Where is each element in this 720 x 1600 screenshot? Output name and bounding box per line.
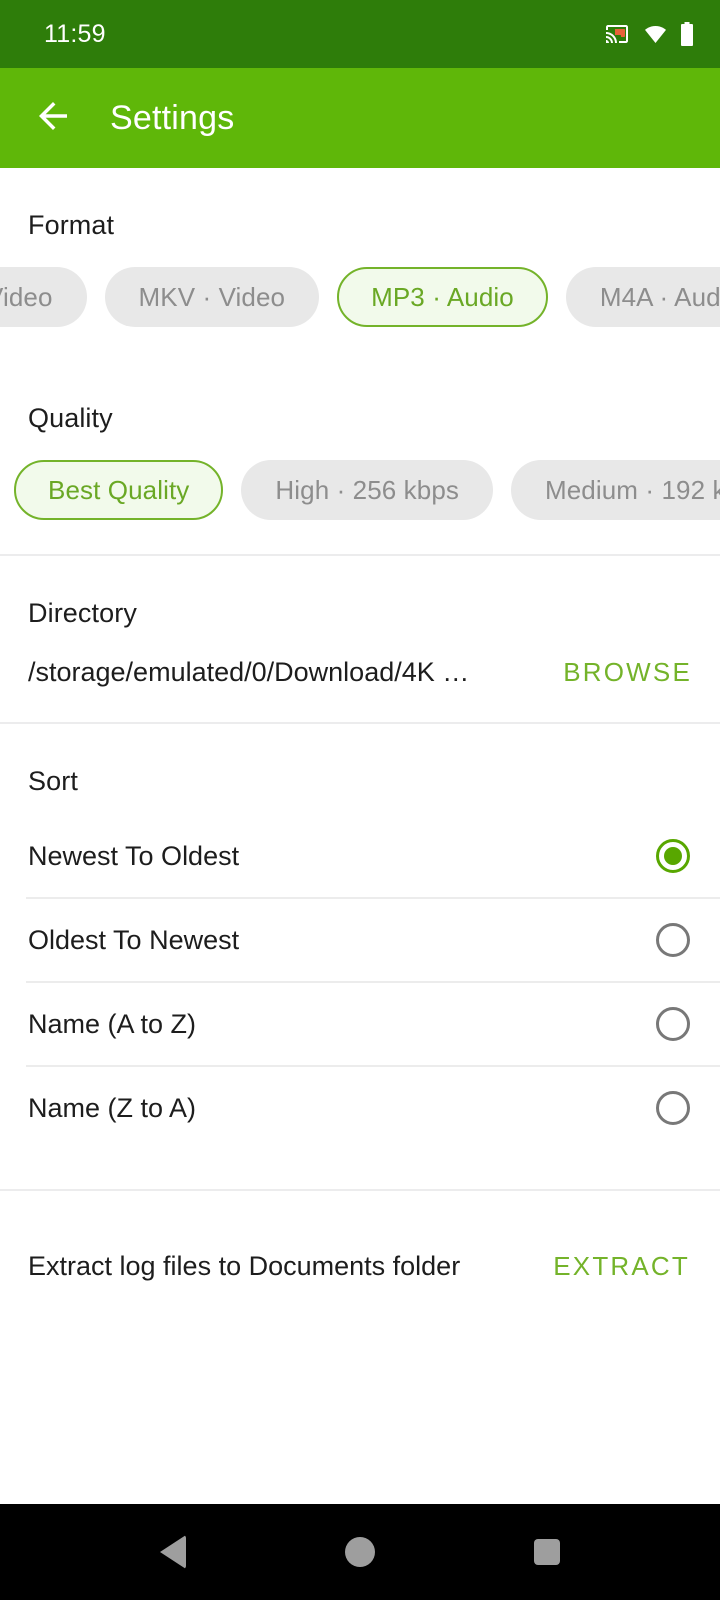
- sort-option-name-a-to-z[interactable]: Name (A to Z): [0, 983, 720, 1065]
- nav-recents-icon: [533, 1539, 560, 1565]
- directory-section-label: Directory: [28, 598, 137, 628]
- directory-row: /storage/emulated/0/Download/4K … BROWSE: [0, 629, 720, 688]
- sort-option-label: Oldest To Newest: [28, 924, 240, 955]
- cast-icon: [603, 22, 631, 46]
- settings-screen: 11:59 Settings Format ideo MKV · Video M…: [0, 0, 720, 1600]
- status-bar-clock: 11:59: [44, 19, 106, 48]
- quality-chip-medium[interactable]: Medium · 192 kbps: [510, 460, 720, 520]
- settings-content: Format Video MKV · Video MP3 · Audio M4A…: [0, 168, 720, 1504]
- extract-label: Extract log files to Documents folder: [28, 1251, 461, 1281]
- directory-path: /storage/emulated/0/Download/4K …: [28, 657, 470, 687]
- battery-icon: [680, 21, 694, 47]
- sort-option-label: Name (A to Z): [28, 1008, 197, 1039]
- quality-chip-high[interactable]: High · 256 kbps: [241, 460, 493, 520]
- format-section: Format Video MKV · Video MP3 · Audio M4A…: [0, 168, 720, 361]
- arrow-back-icon: [32, 95, 74, 142]
- quality-section: Quality Best Quality High · 256 kbps Med…: [0, 361, 720, 554]
- format-chip-video[interactable]: Video: [0, 267, 87, 327]
- back-button[interactable]: [24, 89, 82, 147]
- sort-option-label: Name (Z to A): [28, 1092, 197, 1123]
- extract-section: Extract log files to Documents folder EX…: [0, 1191, 720, 1282]
- directory-section: Directory /storage/emulated/0/Download/4…: [0, 556, 720, 722]
- radio-button-name-z-to-a[interactable]: [656, 1091, 690, 1125]
- navigation-bar: [0, 1504, 720, 1600]
- sort-section-label: Sort: [28, 766, 78, 796]
- sort-option-name-z-to-a[interactable]: Name (Z to A): [0, 1067, 720, 1149]
- wifi-icon: [642, 22, 669, 46]
- nav-home-button[interactable]: [320, 1512, 400, 1592]
- extract-button[interactable]: EXTRACT: [527, 1251, 690, 1282]
- format-chip-row[interactable]: Video MKV · Video MP3 · Audio M4A · Audi…: [0, 241, 720, 327]
- quality-chip-row[interactable]: Best Quality High · 256 kbps Medium · 19…: [14, 434, 720, 520]
- nav-back-icon: [160, 1535, 187, 1569]
- radio-button-newest-to-oldest[interactable]: [656, 839, 690, 873]
- sort-option-newest-to-oldest[interactable]: Newest To Oldest: [0, 815, 720, 897]
- nav-home-icon: [344, 1537, 375, 1567]
- status-bar: 11:59: [0, 0, 720, 68]
- app-bar: Settings: [0, 68, 720, 173]
- format-chip-mkv[interactable]: MKV · Video: [104, 267, 320, 327]
- format-chip-m4a[interactable]: M4A · Audio: [565, 267, 720, 327]
- sort-option-label: Newest To Oldest: [28, 840, 240, 871]
- radio-button-oldest-to-newest[interactable]: [656, 923, 690, 957]
- sort-option-oldest-to-newest[interactable]: Oldest To Newest: [0, 899, 720, 981]
- page-title: Settings: [110, 98, 235, 137]
- browse-button[interactable]: BROWSE: [537, 657, 692, 688]
- sort-section: Sort Newest To Oldest Oldest To Newest N…: [0, 724, 720, 1189]
- extract-row: Extract log files to Documents folder EX…: [0, 1191, 720, 1282]
- nav-recents-button[interactable]: [507, 1512, 587, 1592]
- quality-section-label: Quality: [28, 403, 113, 433]
- format-section-label: Format: [28, 210, 115, 240]
- format-chip-mp3[interactable]: MP3 · Audio: [337, 267, 548, 327]
- quality-chip-best[interactable]: Best Quality: [14, 460, 224, 520]
- radio-button-name-a-to-z[interactable]: [656, 1007, 690, 1041]
- status-bar-icons: [603, 21, 694, 47]
- nav-back-button[interactable]: [133, 1512, 213, 1592]
